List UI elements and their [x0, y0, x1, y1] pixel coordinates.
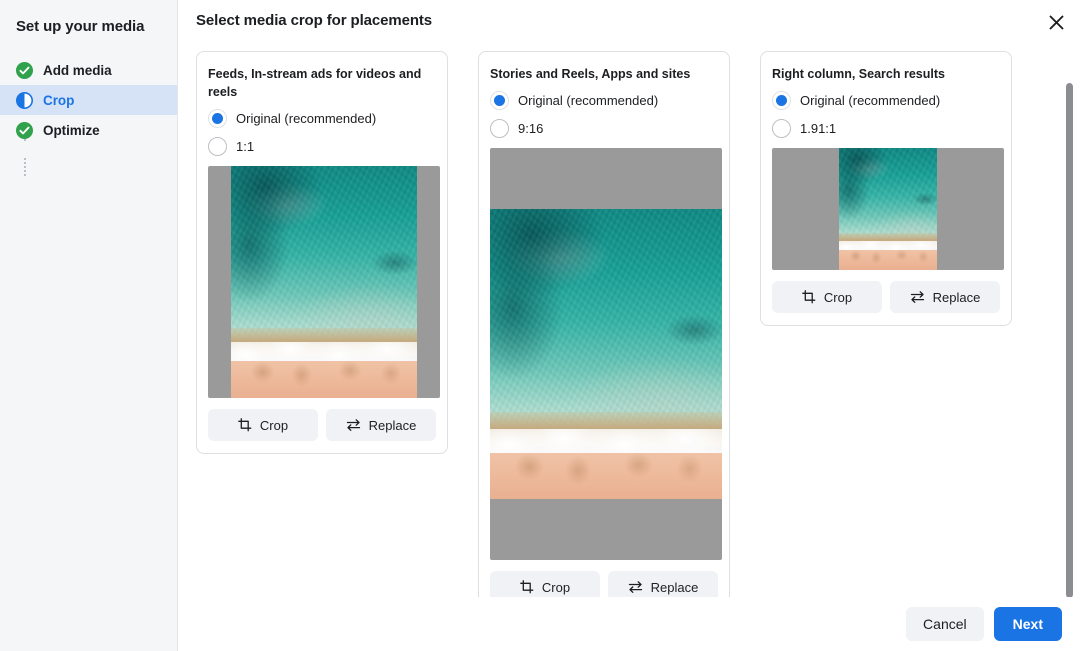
- card-actions: Crop Replace: [208, 409, 436, 441]
- radio-option-original[interactable]: Original (recommended): [490, 86, 718, 114]
- crop-button[interactable]: Crop: [772, 281, 882, 313]
- media-preview[interactable]: [490, 148, 722, 560]
- sidebar-step-label: Optimize: [43, 122, 100, 138]
- placement-cards: Feeds, In-stream ads for videos and reel…: [178, 40, 1080, 597]
- crop-button[interactable]: Crop: [490, 571, 600, 597]
- radio-option-ratio[interactable]: 9:16: [490, 114, 718, 142]
- sidebar-step-crop[interactable]: Crop: [0, 85, 177, 115]
- radio-button[interactable]: [772, 90, 791, 110]
- beach-photo: [839, 148, 937, 270]
- check-circle-icon: [16, 61, 33, 79]
- radio-option-original[interactable]: Original (recommended): [208, 104, 436, 132]
- crop-button[interactable]: Crop: [208, 409, 318, 441]
- media-preview[interactable]: [772, 148, 1004, 270]
- step-connector-2: [24, 158, 26, 176]
- replace-button-label: Replace: [368, 417, 417, 433]
- swap-arrows-icon: [628, 580, 643, 594]
- photo-water-region: [490, 209, 722, 430]
- radio-button[interactable]: [208, 108, 227, 128]
- photo-sand-region: [490, 452, 722, 499]
- beach-photo: [231, 166, 417, 398]
- photo-sand-region: [839, 250, 937, 270]
- close-icon: [1049, 15, 1064, 30]
- card-actions: Crop Replace: [490, 571, 718, 597]
- sidebar-step-add-media[interactable]: Add media: [0, 55, 177, 85]
- crop-button-label: Crop: [259, 417, 289, 433]
- photo-water-region: [231, 166, 417, 343]
- swap-arrows-icon: [910, 290, 925, 304]
- sidebar-title: Set up your media: [16, 18, 145, 35]
- vertical-scrollbar[interactable]: [1065, 40, 1075, 598]
- sidebar-step-label: Add media: [43, 62, 112, 78]
- cards-scroll-area: Feeds, In-stream ads for videos and reel…: [178, 40, 1080, 597]
- placement-card-feeds: Feeds, In-stream ads for videos and reel…: [196, 51, 448, 454]
- replace-button[interactable]: Replace: [890, 281, 1000, 313]
- radio-label: 9:16: [518, 120, 544, 136]
- media-setup-dialog: Set up your media Add media Crop Optimiz…: [0, 0, 1080, 651]
- card-title: Stories and Reels, Apps and sites: [490, 67, 691, 81]
- photo-water-region: [839, 148, 937, 241]
- sidebar-step-optimize[interactable]: Optimize: [0, 115, 177, 145]
- check-circle-icon: [16, 121, 33, 139]
- crop-button-label: Crop: [823, 289, 853, 305]
- main-panel: Select media crop for placements Feeds, …: [178, 0, 1080, 651]
- radio-label: 1:1: [236, 138, 255, 154]
- radio-button[interactable]: [772, 118, 791, 138]
- replace-button-label: Replace: [650, 579, 699, 595]
- media-preview[interactable]: [208, 166, 440, 398]
- close-button[interactable]: [1040, 6, 1072, 38]
- card-actions: Crop Replace: [772, 281, 1000, 313]
- radio-option-original[interactable]: Original (recommended): [772, 86, 1000, 114]
- radio-label: Original (recommended): [800, 92, 941, 108]
- half-circle-icon: [16, 91, 33, 109]
- main-header: Select media crop for placements: [178, 0, 1080, 34]
- next-button[interactable]: Next: [993, 607, 1062, 641]
- radio-label: Original (recommended): [236, 110, 377, 126]
- crop-icon: [520, 580, 534, 594]
- card-title: Feeds, In-stream ads for videos and reel…: [208, 67, 422, 99]
- crop-icon: [802, 290, 816, 304]
- radio-label: Original (recommended): [518, 92, 659, 108]
- replace-button[interactable]: Replace: [326, 409, 436, 441]
- placement-card-right-column: Right column, Search results Original (r…: [760, 51, 1012, 326]
- radio-option-ratio[interactable]: 1:1: [208, 132, 436, 160]
- photo-sand-region: [231, 360, 417, 398]
- scrollbar-thumb[interactable]: [1066, 83, 1073, 598]
- radio-button[interactable]: [490, 90, 509, 110]
- cancel-button[interactable]: Cancel: [906, 607, 984, 641]
- radio-option-ratio[interactable]: 1.91:1: [772, 114, 1000, 142]
- page-title: Select media crop for placements: [196, 12, 433, 29]
- dialog-footer: Cancel Next: [178, 597, 1080, 651]
- sidebar-step-label: Crop: [43, 92, 75, 108]
- photo-foam-region: [490, 429, 722, 456]
- crop-button-label: Crop: [541, 579, 571, 595]
- replace-button-label: Replace: [932, 289, 981, 305]
- step-list: Add media Crop Optimize: [0, 55, 177, 176]
- sidebar: Set up your media Add media Crop Optimiz…: [0, 0, 178, 651]
- replace-button[interactable]: Replace: [608, 571, 718, 597]
- crop-icon: [238, 418, 252, 432]
- beach-photo: [490, 209, 722, 499]
- card-title: Right column, Search results: [772, 67, 945, 81]
- placement-card-stories: Stories and Reels, Apps and sites Origin…: [478, 51, 730, 597]
- radio-label: 1.91:1: [800, 120, 837, 136]
- radio-button[interactable]: [490, 118, 509, 138]
- swap-arrows-icon: [346, 418, 361, 432]
- radio-button[interactable]: [208, 136, 227, 156]
